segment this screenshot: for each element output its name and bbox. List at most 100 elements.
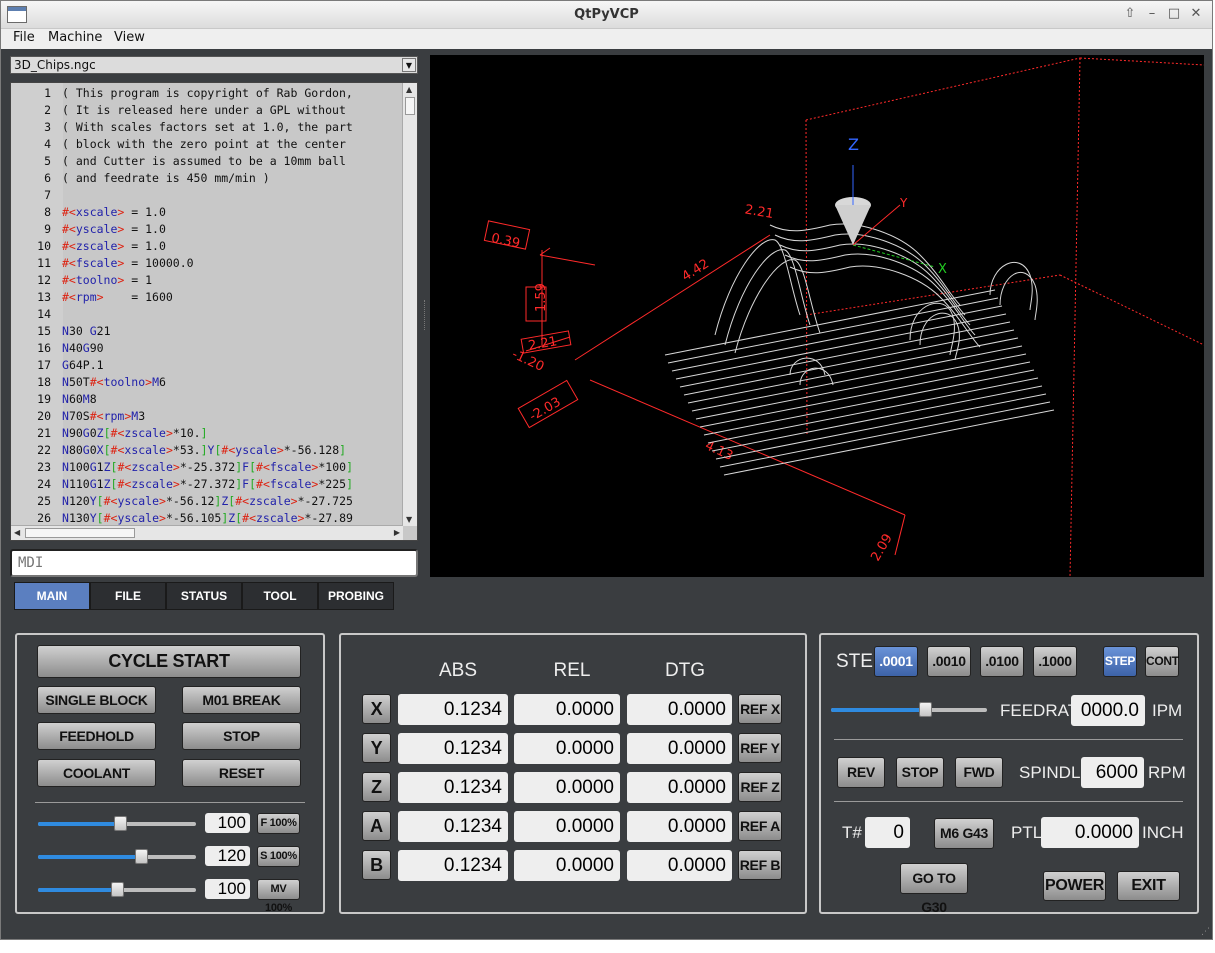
step-mode-button[interactable]: STEP xyxy=(1103,646,1137,677)
line-number: 12 xyxy=(37,273,51,287)
ref-z-button[interactable]: REF Z xyxy=(738,772,782,802)
spindle-override-slider[interactable] xyxy=(38,849,196,864)
max-velocity-override-slider[interactable] xyxy=(38,882,196,897)
file-select[interactable]: 3D_Chips.ngc ▼ xyxy=(10,56,418,74)
scroll-thumb[interactable] xyxy=(25,528,135,538)
m01-break-button[interactable]: M01 BREAK xyxy=(182,686,301,714)
axis-z-dtg: 0.0000 xyxy=(627,772,732,803)
gcode-editor[interactable]: 1 ( This program is copyright of Rab Gord… xyxy=(10,82,418,541)
power-button[interactable]: POWER xyxy=(1043,871,1106,901)
feed-override-value[interactable]: 100 xyxy=(205,813,250,833)
step-0010-button[interactable]: .0010 xyxy=(927,646,971,677)
ref-b-button[interactable]: REF B xyxy=(738,850,782,880)
line-number: 3 xyxy=(44,120,51,134)
coolant-button[interactable]: COOLANT xyxy=(37,759,156,787)
stop-button[interactable]: STOP xyxy=(182,722,301,750)
resize-grip-icon[interactable]: ⋰ xyxy=(1201,927,1211,937)
axis-y-label[interactable]: Y xyxy=(362,733,391,763)
m6-g43-button[interactable]: M6 G43 xyxy=(934,818,994,849)
tool-number-field[interactable]: 0 xyxy=(865,817,910,848)
spindle-fwd-button[interactable]: FWD xyxy=(955,757,1003,788)
cycle-start-button[interactable]: CYCLE START xyxy=(37,645,301,678)
ref-x-button[interactable]: REF X xyxy=(738,694,782,724)
spindle-override-value[interactable]: 120 xyxy=(205,846,250,866)
maximize-icon[interactable]: □ xyxy=(1164,4,1184,24)
slider-handle[interactable] xyxy=(134,849,148,864)
slider-handle[interactable] xyxy=(918,702,932,717)
tool-number-label: T# xyxy=(842,823,862,842)
ref-a-button[interactable]: REF A xyxy=(738,811,782,841)
slider-fill xyxy=(38,888,117,892)
code-line: 20 N70S#<rpm>M3 xyxy=(11,408,353,425)
scroll-up-icon[interactable]: ▲ xyxy=(406,85,412,94)
feedrate-field[interactable]: 0000.0 xyxy=(1071,695,1145,726)
axis-x-abs: 0.1234 xyxy=(398,694,508,725)
exit-button[interactable]: EXIT xyxy=(1117,871,1180,901)
line-text: N40G90 xyxy=(62,341,104,355)
divider xyxy=(834,739,1183,740)
splitter-handle[interactable] xyxy=(424,300,427,330)
code-line: 9 #<yscale> = 1.0 xyxy=(11,221,353,238)
scroll-thumb[interactable] xyxy=(405,97,415,115)
keep-above-icon[interactable]: ⇧ xyxy=(1120,4,1140,24)
slider-fill xyxy=(831,708,925,712)
tab-tool[interactable]: TOOL xyxy=(242,582,318,610)
menu-view[interactable]: View xyxy=(114,30,145,45)
axis-a-dtg: 0.0000 xyxy=(627,811,732,842)
step-1000-button[interactable]: .1000 xyxy=(1033,646,1077,677)
menu-machine[interactable]: Machine xyxy=(48,30,102,45)
scroll-right-icon[interactable]: ▶ xyxy=(394,528,400,537)
code-line: 8 #<xscale> = 1.0 xyxy=(11,204,353,221)
code-line: 21 N90G0Z[#<zscale>*10.] xyxy=(11,425,353,442)
max-velocity-override-reset-button[interactable]: MV 100% xyxy=(257,879,300,914)
scroll-left-icon[interactable]: ◀ xyxy=(14,528,20,537)
feedhold-button[interactable]: FEEDHOLD xyxy=(37,722,156,750)
spindle-override-reset-button[interactable]: S 100% xyxy=(257,846,300,867)
code-line: 16 N40G90 xyxy=(11,340,353,357)
max-velocity-override-value[interactable]: 100 xyxy=(205,879,250,899)
scroll-down-icon[interactable]: ▼ xyxy=(406,515,412,524)
spindle-speed-field[interactable]: 6000 xyxy=(1081,757,1144,788)
line-text: ( It is released here under a GPL withou… xyxy=(62,103,346,117)
step-0100-button[interactable]: .0100 xyxy=(980,646,1024,677)
horizontal-scrollbar[interactable]: ◀ ▶ xyxy=(11,525,403,540)
axis-a-label[interactable]: A xyxy=(362,811,391,841)
close-icon[interactable]: ✕ xyxy=(1186,4,1206,24)
spindle-stop-button[interactable]: STOP xyxy=(896,757,944,788)
divider xyxy=(834,801,1183,802)
slider-handle[interactable] xyxy=(111,882,124,897)
tab-file[interactable]: FILE xyxy=(90,582,166,610)
slider-handle[interactable] xyxy=(114,816,128,831)
feed-override-slider[interactable] xyxy=(38,816,196,831)
menu-file[interactable]: File xyxy=(13,30,35,45)
reset-button[interactable]: RESET xyxy=(182,759,301,787)
cont-mode-button[interactable]: CONT xyxy=(1145,646,1179,677)
single-block-button[interactable]: SINGLE BLOCK xyxy=(37,686,156,714)
line-number: 20 xyxy=(37,409,51,423)
axis-x-label[interactable]: X xyxy=(362,694,391,724)
axis-z-label[interactable]: Z xyxy=(362,772,391,802)
code-line: 23 N100G1Z[#<zscale>*-25.372]F[#<fscale>*… xyxy=(11,459,353,476)
tab-probing[interactable]: PROBING xyxy=(318,582,394,610)
dim-label: 1.59 xyxy=(534,283,549,312)
step-0001-button[interactable]: .0001 xyxy=(874,646,918,677)
tab-main[interactable]: MAIN xyxy=(14,582,90,610)
go-to-g30-button[interactable]: GO TO G30 xyxy=(900,863,968,915)
ref-y-button[interactable]: REF Y xyxy=(738,733,782,763)
mdi-input[interactable] xyxy=(10,549,418,577)
backplot-viewer[interactable]: 0.39 1.59 2.21 -1.20 -2.03 4.13 2.09 4.4… xyxy=(430,55,1205,578)
tab-status[interactable]: STATUS xyxy=(166,582,242,610)
feed-override-reset-button[interactable]: F 100% xyxy=(257,813,300,834)
line-number: 4 xyxy=(44,137,51,151)
line-number: 11 xyxy=(37,256,51,270)
minimize-icon[interactable]: – xyxy=(1142,4,1162,24)
vertical-scrollbar[interactable]: ▲ ▼ xyxy=(402,83,417,526)
line-text: N70S#<rpm>M3 xyxy=(62,409,146,423)
chevron-down-icon[interactable]: ▼ xyxy=(402,58,416,72)
main-tab-bar: MAIN FILE STATUS TOOL PROBING xyxy=(14,582,394,610)
spindle-rev-button[interactable]: REV xyxy=(837,757,885,788)
ptl-field[interactable]: 0.0000 xyxy=(1041,817,1139,848)
gcode-text: 1 ( This program is copyright of Rab Gord… xyxy=(11,85,353,527)
axis-b-label[interactable]: B xyxy=(362,850,391,880)
jog-speed-slider[interactable] xyxy=(831,702,987,717)
